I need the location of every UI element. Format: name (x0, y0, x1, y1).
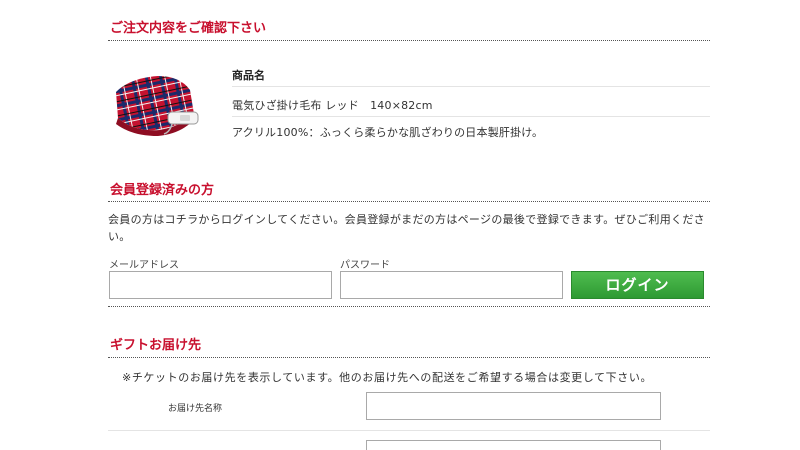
product-description: アクリル100%：ふっくら柔らかな肌ざわりの日本製肝掛け。 (232, 126, 544, 139)
recipient-next-field[interactable] (366, 440, 661, 450)
form-row-rule (108, 430, 710, 431)
member-login-note: 会員の方はコチラからログインしてください。会員登録がまだの方はページの最後で登録… (108, 213, 705, 243)
member-login-title: 会員登録済みの方 (110, 183, 215, 198)
product-image (116, 76, 199, 136)
product-header-rule (232, 86, 710, 87)
gift-destination-title: ギフトお届け先 (110, 338, 202, 353)
section-divider (108, 201, 710, 202)
password-label: パスワード (340, 260, 390, 271)
recipient-name-label: お届け先名称 (168, 404, 223, 414)
product-name-rule (232, 116, 710, 117)
email-field[interactable] (109, 271, 332, 299)
section-divider (108, 357, 710, 358)
email-label: メールアドレス (109, 260, 179, 271)
order-confirm-title: ご注文内容をご確認下さい (110, 21, 267, 36)
gift-destination-note: ※チケットのお届け先を表示しています。他のお届け先への配送をご希望する場合は変更… (122, 371, 653, 384)
section-divider (108, 40, 710, 41)
recipient-name-field[interactable] (366, 392, 661, 420)
login-button[interactable]: ログイン (571, 271, 704, 299)
product-name-header: 商品名 (232, 69, 265, 82)
section-divider (108, 306, 710, 307)
product-name: 電気ひざ掛け毛布 レッド 140×82cm (232, 99, 433, 112)
password-field[interactable] (340, 271, 563, 299)
